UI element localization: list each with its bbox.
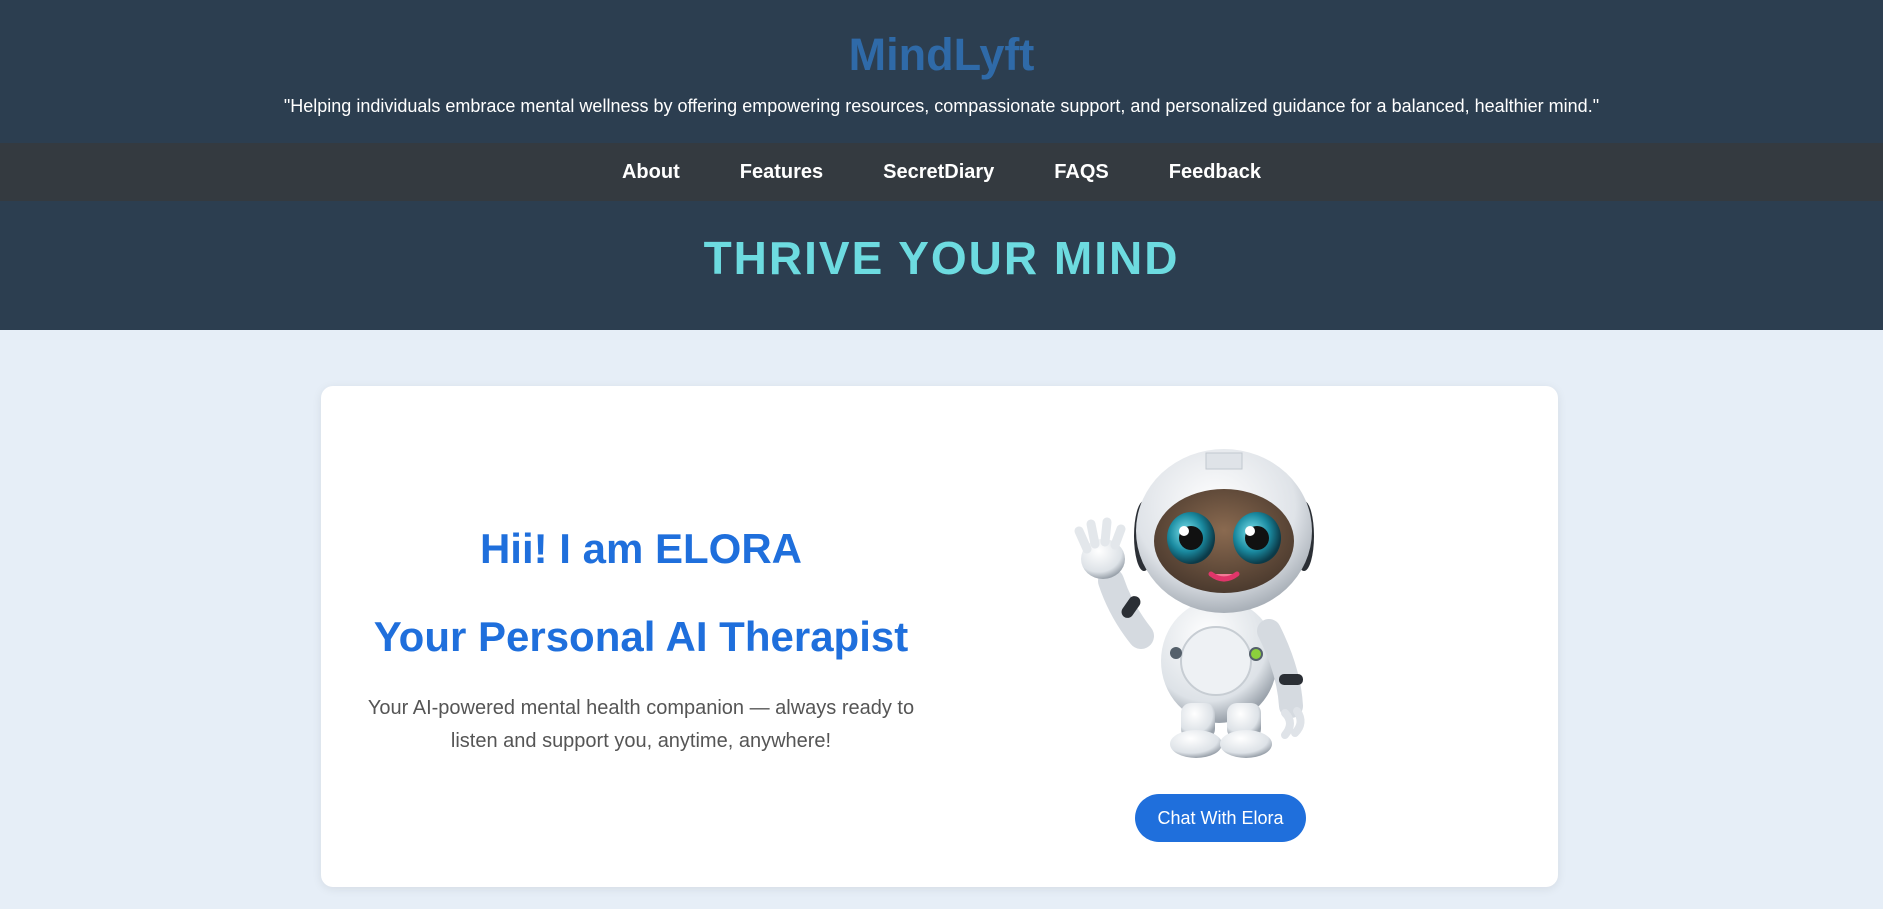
nav-link-about[interactable]: About	[622, 161, 680, 184]
intro-text-column: Hii! I am ELORA Your Personal AI Therapi…	[351, 386, 931, 887]
nav-link-feedback[interactable]: Feedback	[1169, 161, 1261, 184]
chat-with-elora-button[interactable]: Chat With Elora	[1135, 794, 1306, 842]
nav-link-features[interactable]: Features	[740, 161, 823, 184]
tagline: "Helping individuals embrace mental well…	[283, 96, 1600, 116]
site-header: MindLyft "Helping individuals embrace me…	[0, 0, 1883, 143]
nav-link-secretdiary[interactable]: SecretDiary	[883, 161, 994, 184]
greeting-heading: Hii! I am ELORA	[479, 525, 803, 572]
main-nav: About Features SecretDiary FAQS Feedback	[0, 143, 1883, 201]
brand-logo-text[interactable]: MindLyft	[0, 30, 1883, 80]
hero-band: THRIVE YOUR MIND	[0, 201, 1883, 330]
intro-description: Your AI-powered mental health companion …	[367, 697, 915, 752]
role-heading: Your Personal AI Therapist	[373, 613, 909, 660]
intro-card: Hii! I am ELORA Your Personal AI Therapi…	[321, 386, 1558, 887]
robot-illustration	[1074, 449, 1314, 758]
nav-link-faqs[interactable]: FAQS	[1054, 161, 1108, 184]
robot-mascot-image	[1041, 441, 1341, 761]
hero-title: THRIVE YOUR MIND	[703, 231, 1180, 284]
